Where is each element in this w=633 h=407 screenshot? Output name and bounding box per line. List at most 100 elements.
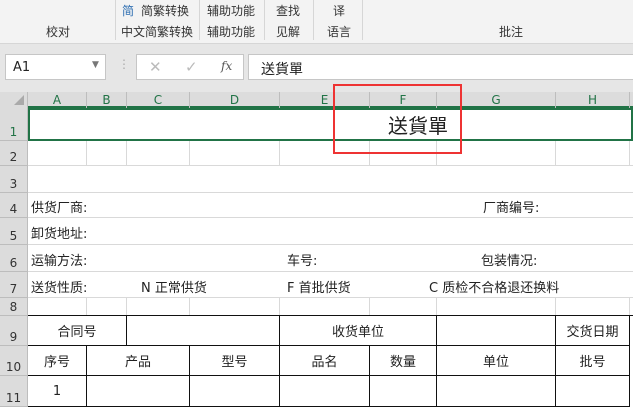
name-box[interactable]: A1 ▼ [5,54,106,80]
delivery-date-cell[interactable]: 交货日期 [556,316,630,346]
header-model-label: 型号 [221,355,248,370]
row1-batch[interactable] [556,376,630,407]
gridline [126,298,127,316]
simplified-traditional-convert-button[interactable]: 简繁转换 [141,2,189,19]
header-name-label: 品名 [311,355,338,370]
header-batch[interactable]: 批号 [556,346,630,376]
gridline [436,298,437,316]
ribbon: 简 简繁转换 辅助功能 查找 译 校对 中文简繁转换 辅助功能 见解 语言 批注 [0,0,633,44]
row-header-11[interactable]: 11 [0,376,28,407]
cell-a1-title[interactable]: 送貨單 [28,108,633,141]
chevron-down-icon[interactable]: ▼ [92,60,99,70]
gridline [629,298,630,316]
header-model[interactable]: 型号 [190,346,280,376]
select-all-button[interactable] [0,92,28,108]
car-number-label: 车号: [287,254,318,269]
contract-no-label: 合同号 [57,325,97,340]
formula-value: 送貨單 [261,62,303,78]
row1-product[interactable] [87,376,190,407]
row-header-3[interactable]: 3 [0,166,28,193]
supplier-label: 供货厂商: [31,201,88,216]
gridline [369,298,370,316]
gridline [86,141,87,166]
column-header-d[interactable]: D [190,92,280,108]
header-product-label: 产品 [124,355,151,370]
option-normal-supply: N 正常供货 [141,281,207,296]
row-header-7[interactable]: 7 [0,272,28,298]
gridline [28,192,633,193]
column-header-b[interactable]: B [87,92,127,108]
header-batch-label: 批号 [579,355,606,370]
row1-seq-value: 1 [52,383,62,399]
receiver-label: 收货单位 [331,325,384,340]
drag-handle-icon[interactable]: ⋮ [118,57,130,71]
formula-buttons: ✕ ✓ fx [136,54,244,80]
insert-function-icon[interactable]: fx [221,59,232,73]
row1-unit[interactable] [437,376,556,407]
enter-check-icon[interactable]: ✓ [185,58,198,76]
group-proofing: 校对 [46,25,71,39]
option-first-batch: F 首批供货 [287,281,351,296]
option-quality-return: C 质检不合格退还换料 [429,281,560,296]
transport-method-label: 运输方法: [31,254,88,269]
row-header-2[interactable]: 2 [0,141,28,166]
gridline [189,141,190,166]
group-insights: 见解 [276,25,301,39]
gridline [28,297,633,298]
select-all-icon [14,95,24,105]
supplier-number-label: 厂商编号: [483,201,540,216]
row1-name[interactable] [280,376,370,407]
gridline [28,244,633,245]
highlight-box [333,84,462,154]
packing-label: 包装情况: [481,254,538,269]
column-header-c[interactable]: C [127,92,190,108]
row1-model[interactable] [190,376,280,407]
header-seq[interactable]: 序号 [28,346,87,376]
accessibility-button[interactable]: 辅助功能 [207,2,255,19]
row1-qty[interactable] [370,376,437,407]
receiver-cell[interactable]: 收货单位 [280,316,437,346]
column-header-a[interactable]: A [28,92,87,108]
smart-lookup-button[interactable]: 查找 [276,2,300,19]
header-qty[interactable]: 数量 [370,346,437,376]
divider [313,0,314,40]
header-name[interactable]: 品名 [280,346,370,376]
group-chinese-conversion: 中文简繁转换 [121,25,194,39]
gridline [28,271,633,272]
row1-seq[interactable]: 1 [28,376,87,407]
gridline [279,298,280,316]
row-header-9[interactable]: 9 [0,316,28,346]
row-header-10[interactable]: 10 [0,346,28,376]
header-qty-label: 数量 [389,355,416,370]
divider [362,0,363,40]
row-header-5[interactable]: 5 [0,218,28,245]
row-header-8[interactable]: 8 [0,298,28,316]
gridline [28,165,633,166]
gridline [555,141,556,166]
gridline [629,141,630,166]
column-header-h[interactable]: H [556,92,630,108]
gridline [28,217,633,218]
group-language: 语言 [327,25,352,39]
receiver-value[interactable] [437,316,556,346]
header-seq-label: 序号 [43,355,70,370]
header-unit[interactable]: 单位 [437,346,556,376]
gridline [189,298,190,316]
header-unit-label: 单位 [482,355,509,370]
gridline [126,141,127,166]
group-comments: 批注 [499,25,524,39]
contract-no-cell[interactable]: 合同号 [28,316,127,346]
row-header-1[interactable]: 1 [0,108,28,141]
row-header-4[interactable]: 4 [0,193,28,218]
divider [264,0,265,40]
contract-no-value[interactable] [127,316,280,346]
delivery-date-label: 交货日期 [566,325,619,340]
formula-input[interactable]: 送貨單 [248,54,633,80]
unload-address-label: 卸货地址: [31,227,88,242]
row-header-6[interactable]: 6 [0,245,28,272]
header-product[interactable]: 产品 [87,346,190,376]
translate-button[interactable]: 译 [333,2,345,19]
gridline [279,141,280,166]
formula-bar-area: A1 ▼ ⋮ ✕ ✓ fx 送貨單 [0,44,633,92]
cancel-icon[interactable]: ✕ [149,58,162,76]
